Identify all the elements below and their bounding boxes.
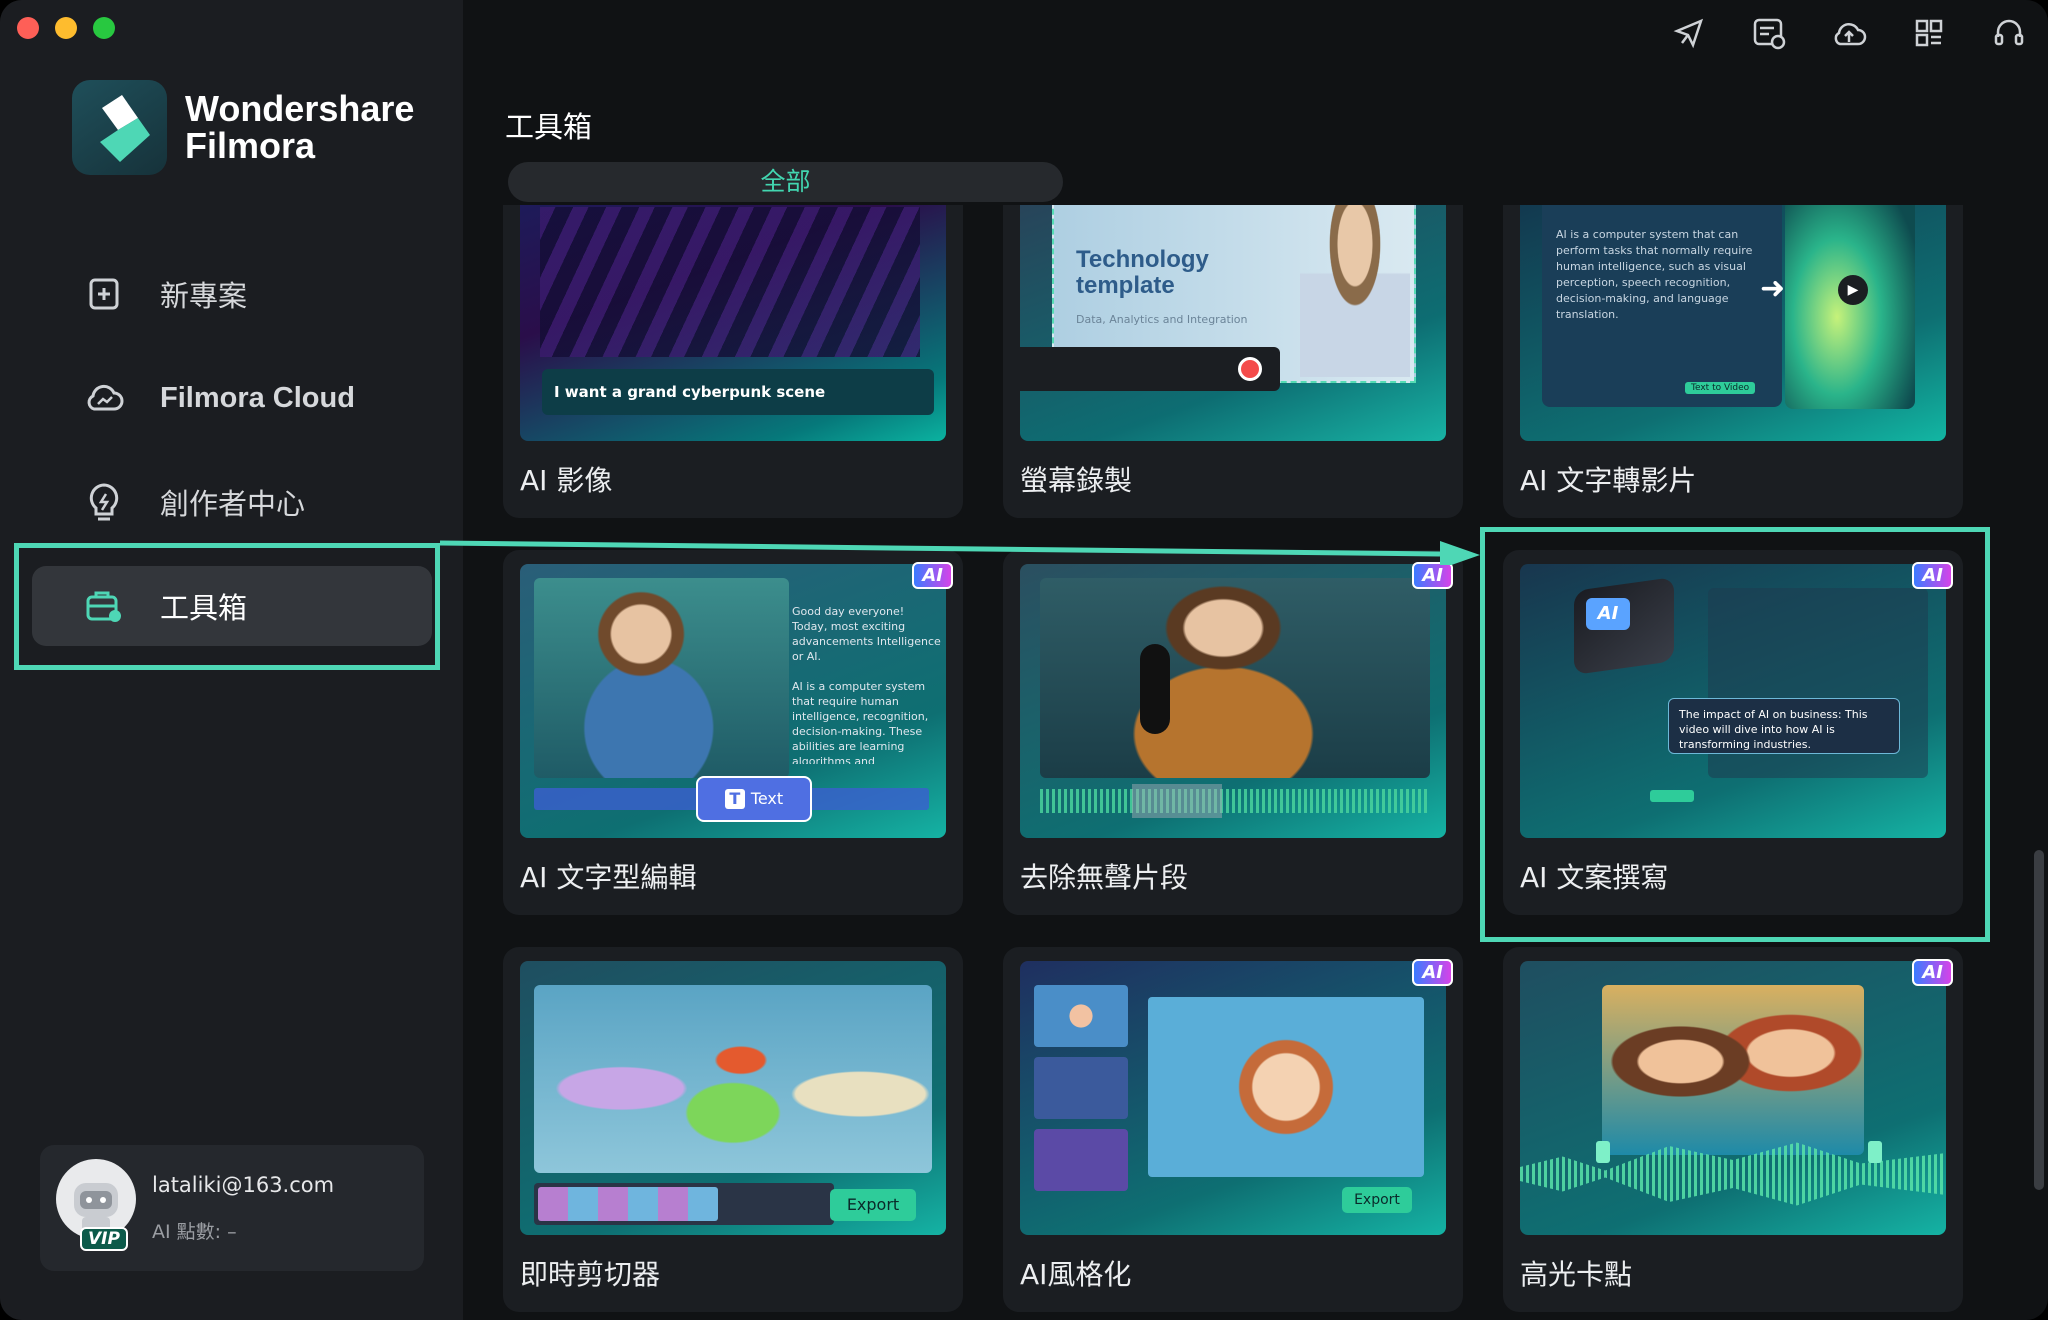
tool-card-instant-cutter[interactable]: Export 即時剪切器 — [503, 947, 963, 1312]
close-window-button[interactable] — [17, 17, 39, 39]
highlight-box — [1480, 527, 1990, 942]
card-label: AI風格化 — [1020, 1258, 1132, 1291]
filmora-logo-icon — [72, 80, 167, 175]
tab-all[interactable]: 全部 — [508, 162, 1063, 202]
window-controls — [17, 17, 115, 39]
brand-name: Wondershare Filmora — [185, 88, 415, 166]
messages-icon[interactable] — [1750, 14, 1788, 52]
user-email: lataliki@163.com — [152, 1173, 335, 1197]
top-toolbar — [1670, 14, 2028, 52]
maximize-window-button[interactable] — [93, 17, 115, 39]
vip-badge: VIP — [80, 1227, 128, 1251]
tool-card-ai-image[interactable]: I want a grand cyberpunk scene AI 影像 — [503, 205, 963, 518]
microphone-icon — [1140, 644, 1170, 734]
ai-points: AI 點數: – — [152, 1221, 237, 1243]
template-title: Technology template — [1076, 246, 1209, 299]
text-clip: T Text — [696, 776, 812, 822]
send-feedback-icon[interactable] — [1670, 14, 1708, 52]
cloud-upload-icon[interactable] — [1830, 14, 1868, 52]
thumbnail: Good day everyone! Today, most exciting … — [520, 564, 946, 838]
lightbulb-icon — [82, 480, 126, 524]
app-window: Wondershare Filmora 新專案 Filmora Cloud 創作… — [0, 0, 2048, 1320]
ai-badge: AI — [1412, 959, 1453, 986]
card-label: 高光卡點 — [1520, 1258, 1633, 1291]
card-label: AI 文字型編輯 — [520, 861, 697, 894]
sidebar-item-filmora-cloud[interactable]: Filmora Cloud — [32, 358, 432, 438]
grid-apps-icon[interactable] — [1910, 14, 1948, 52]
thumbnail: Export — [1020, 961, 1446, 1235]
export-button-preview: Export — [1342, 1187, 1412, 1213]
card-label: 去除無聲片段 — [1020, 861, 1189, 894]
card-label: AI 文字轉影片 — [1520, 464, 1697, 497]
tool-card-ai-text-to-video[interactable]: AI is a computer system that can perform… — [1503, 205, 1963, 518]
sidebar-item-label: 新專案 — [160, 279, 248, 313]
annotation-arrow — [440, 540, 1480, 565]
thumbnail: Export — [520, 961, 946, 1235]
template-subtitle: Data, Analytics and Integration — [1076, 313, 1248, 326]
prompt-text: I want a grand cyberpunk scene — [542, 369, 934, 415]
arrow-right-icon: ➜ — [1760, 271, 1786, 306]
ai-badge: AI — [1912, 959, 1953, 986]
scrollbar[interactable] — [2034, 850, 2044, 1190]
thumbnail: I want a grand cyberpunk scene — [520, 205, 946, 441]
thumbnail — [1520, 961, 1946, 1235]
tool-card-silence-detection[interactable]: AI 去除無聲片段 — [1003, 550, 1463, 915]
record-icon — [1238, 357, 1262, 381]
tool-card-ai-stylize[interactable]: Export AI AI風格化 — [1003, 947, 1463, 1312]
page-title: 工具箱 — [505, 110, 593, 144]
thumbnail — [1020, 564, 1446, 838]
sidebar-item-creator-center[interactable]: 創作者中心 — [32, 462, 432, 542]
card-label: 螢幕錄製 — [1020, 464, 1133, 497]
export-button-preview: Export — [830, 1189, 916, 1221]
thumbnail: Technology template Data, Analytics and … — [1020, 205, 1446, 441]
thumbnail: AI is a computer system that can perform… — [1520, 205, 1946, 441]
text-to-video-tag: Text to Video — [1685, 382, 1756, 394]
user-panel[interactable]: VIP lataliki@163.com AI 點數: – — [40, 1145, 424, 1271]
ai-badge: AI — [912, 562, 953, 589]
ai-badge: AI — [1412, 562, 1453, 589]
tool-card-ai-text-based-editing[interactable]: Good day everyone! Today, most exciting … — [503, 550, 963, 915]
text-tool-icon: T — [724, 789, 745, 809]
card-label: 即時剪切器 — [520, 1258, 661, 1291]
sidebar: Wondershare Filmora 新專案 Filmora Cloud 創作… — [0, 0, 463, 1320]
cloud-icon — [82, 376, 126, 420]
play-icon: ▶ — [1838, 275, 1868, 305]
highlight-box — [14, 543, 440, 670]
sidebar-item-new-project[interactable]: 新專案 — [32, 254, 432, 334]
sidebar-item-label: 創作者中心 — [160, 487, 306, 521]
sidebar-item-label: Filmora Cloud — [160, 381, 355, 414]
headset-icon[interactable] — [1990, 14, 2028, 52]
tool-card-screen-recorder[interactable]: Technology template Data, Analytics and … — [1003, 205, 1463, 518]
tool-card-beat-sync[interactable]: AI 高光卡點 — [1503, 947, 1963, 1312]
card-label: AI 影像 — [520, 464, 613, 497]
minimize-window-button[interactable] — [55, 17, 77, 39]
plus-square-icon — [82, 272, 126, 316]
